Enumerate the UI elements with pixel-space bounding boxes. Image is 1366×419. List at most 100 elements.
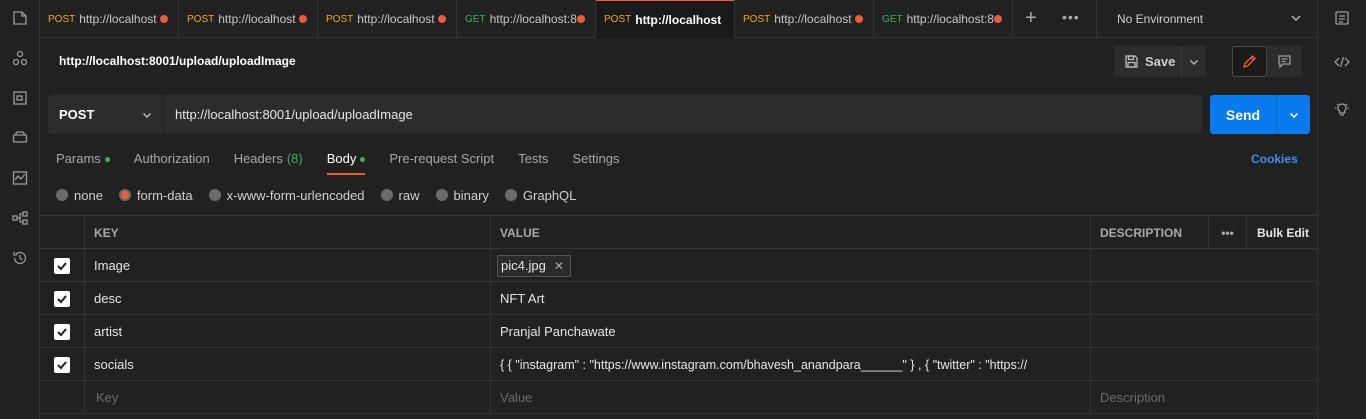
tab-tests-label: Tests: [518, 151, 549, 166]
request-tab[interactable]: POST http://localhost: [735, 0, 874, 38]
tab-params[interactable]: Params: [56, 151, 110, 175]
tab-settings[interactable]: Settings: [572, 151, 619, 175]
tab-prerequest-script[interactable]: Pre-request Script: [389, 151, 494, 175]
collections-icon[interactable]: [11, 9, 29, 27]
unsaved-dot-icon: [299, 15, 307, 23]
request-tab[interactable]: POST http://localhost: [318, 0, 457, 38]
chevron-down-icon: [141, 109, 153, 124]
more-tabs-icon[interactable]: •••: [1062, 9, 1080, 25]
comments-icon[interactable]: [1267, 46, 1302, 77]
save-button[interactable]: Save: [1114, 46, 1182, 77]
checkbox-cell: [40, 282, 85, 315]
tab-method: POST: [326, 13, 354, 25]
radio-urlencoded-label: x-www-form-urlencoded: [226, 187, 365, 203]
tab-prerequest-label: Pre-request Script: [389, 151, 495, 166]
radio-circle-icon: [208, 189, 221, 201]
description-cell[interactable]: [1091, 348, 1317, 381]
tab-method: POST: [187, 13, 215, 25]
environment-quick-look-icon[interactable]: [1333, 9, 1351, 27]
value-placeholder-input[interactable]: Value: [491, 381, 1091, 414]
tab-authorization-label: Authorization: [133, 151, 210, 166]
flows-icon[interactable]: [11, 209, 29, 227]
checkbox-checked-icon[interactable]: [54, 257, 70, 274]
tab-method: GET: [882, 13, 903, 25]
request-tab-active[interactable]: POST http://localhost: [596, 0, 735, 38]
tab-headers[interactable]: Headers (8): [234, 151, 303, 175]
description-cell[interactable]: [1091, 315, 1317, 348]
bulk-edit-button[interactable]: Bulk Edit: [1247, 216, 1317, 249]
code-icon[interactable]: [1333, 53, 1351, 71]
table-row: Image pic4.jpg ✕: [40, 249, 1317, 282]
request-tab[interactable]: GET http://localhost:8: [874, 0, 1013, 38]
value-cell[interactable]: NFT Art: [491, 282, 1091, 315]
unsaved-dot-icon: [160, 15, 168, 23]
send-button[interactable]: Send: [1210, 95, 1277, 134]
lightbulb-icon[interactable]: [1333, 101, 1351, 119]
url-input[interactable]: [164, 95, 1202, 134]
file-name: pic4.jpg: [501, 258, 546, 273]
radio-form-data[interactable]: form-data: [118, 187, 193, 203]
radio-graphql[interactable]: GraphQL: [504, 187, 577, 203]
remove-file-close-icon[interactable]: ✕: [554, 259, 564, 273]
tab-authorization[interactable]: Authorization: [134, 151, 210, 175]
radio-binary[interactable]: binary: [435, 188, 489, 203]
unsaved-dot-icon: [577, 15, 585, 23]
value-cell[interactable]: Pranjal Panchawate: [491, 315, 1091, 348]
radio-form-data-label: form-data: [136, 187, 193, 203]
request-tab[interactable]: POST http://localhost: [179, 0, 318, 38]
tab-body-label: Body: [326, 151, 357, 166]
request-tab[interactable]: POST http://localhost: [40, 0, 179, 38]
new-tab-plus-icon[interactable]: +: [1025, 8, 1037, 28]
edit-pencil-icon[interactable]: [1232, 46, 1267, 77]
description-placeholder-input[interactable]: Description: [1091, 381, 1317, 414]
body-indicator-dot-icon: [360, 157, 366, 162]
save-label: Save: [1145, 54, 1176, 69]
value-cell[interactable]: pic4.jpg ✕: [491, 249, 1091, 282]
unsaved-dot-icon: [438, 15, 446, 23]
radio-circle-icon: [380, 189, 393, 201]
table-row: socials { { "instagram" : "https://www.i…: [40, 348, 1317, 381]
radio-none[interactable]: none: [56, 188, 103, 203]
table-row: desc NFT Art: [40, 282, 1317, 315]
body-type-radios: none form-data x-www-form-urlencoded raw…: [56, 187, 592, 203]
tab-method: POST: [604, 14, 632, 25]
header-value: VALUE: [491, 216, 1091, 249]
key-cell[interactable]: socials: [85, 348, 491, 381]
method-selector[interactable]: POST: [48, 95, 164, 134]
description-cell[interactable]: [1091, 282, 1317, 315]
tab-method: POST: [48, 13, 76, 25]
request-subtabs: Params Authorization Headers (8) Body Pr…: [56, 151, 643, 175]
chevron-down-icon: [1289, 11, 1303, 28]
value-cell[interactable]: { { "instagram" : "https://www.instagram…: [491, 348, 1091, 381]
environment-selector[interactable]: No Environment: [1096, 0, 1317, 38]
checkbox-checked-icon[interactable]: [54, 323, 70, 340]
key-cell[interactable]: artist: [85, 315, 491, 348]
tab-url: http://localhost:8: [906, 12, 994, 26]
file-chip[interactable]: pic4.jpg ✕: [497, 254, 571, 277]
tab-body[interactable]: Body: [326, 151, 366, 175]
send-options-chevron-icon[interactable]: [1277, 95, 1310, 134]
tab-method: POST: [743, 13, 771, 25]
radio-raw[interactable]: raw: [380, 188, 420, 203]
description-cell[interactable]: [1091, 249, 1317, 282]
history-icon[interactable]: [11, 249, 29, 267]
key-placeholder-input[interactable]: Key: [85, 381, 491, 414]
mock-servers-icon[interactable]: [11, 129, 29, 147]
monitors-icon[interactable]: [11, 169, 29, 187]
params-indicator-dot-icon: [104, 157, 110, 162]
cookies-link[interactable]: Cookies: [1251, 152, 1298, 166]
checkbox-checked-icon[interactable]: [54, 290, 70, 307]
apis-icon[interactable]: [11, 49, 29, 67]
tab-url: http://localhost: [774, 12, 852, 26]
request-tab[interactable]: GET http://localhost:8: [457, 0, 596, 38]
checkbox-checked-icon[interactable]: [54, 356, 70, 373]
column-options-icon[interactable]: •••: [1209, 216, 1247, 249]
tab-settings-label: Settings: [572, 151, 620, 166]
tab-tests[interactable]: Tests: [518, 151, 548, 175]
save-options-chevron-icon[interactable]: [1182, 46, 1206, 77]
radio-graphql-label: GraphQL: [522, 187, 577, 203]
environments-icon[interactable]: [11, 89, 29, 107]
key-cell[interactable]: Image: [85, 249, 491, 282]
radio-urlencoded[interactable]: x-www-form-urlencoded: [208, 187, 365, 203]
key-cell[interactable]: desc: [85, 282, 491, 315]
